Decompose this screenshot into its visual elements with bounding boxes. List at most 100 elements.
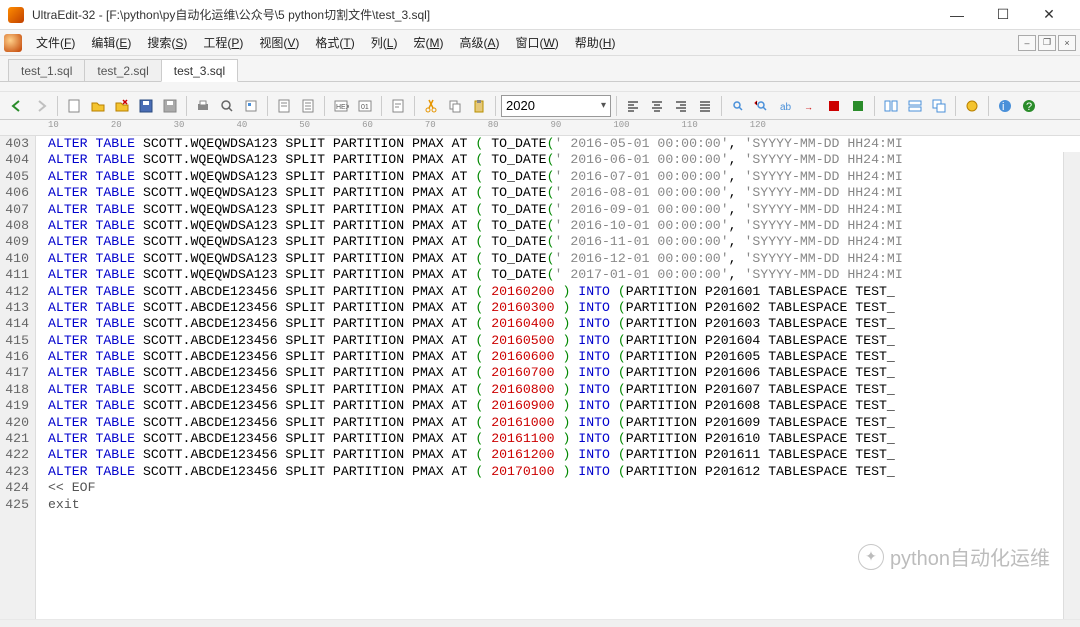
tile-v-button[interactable] bbox=[904, 95, 926, 117]
menu-item[interactable]: 宏(M) bbox=[405, 31, 451, 54]
save-as-button[interactable] bbox=[159, 95, 181, 117]
code-line[interactable]: ALTER TABLE SCOTT.ABCDE123456 SPLIT PART… bbox=[48, 316, 1080, 332]
window-controls: — ☐ ✕ bbox=[934, 0, 1072, 30]
code-line[interactable]: ALTER TABLE SCOTT.ABCDE123456 SPLIT PART… bbox=[48, 464, 1080, 480]
align-right-button[interactable] bbox=[670, 95, 692, 117]
code-line[interactable]: ALTER TABLE SCOTT.ABCDE123456 SPLIT PART… bbox=[48, 333, 1080, 349]
code-line[interactable]: ALTER TABLE SCOTT.WQEQWDSA123 SPLIT PART… bbox=[48, 251, 1080, 267]
vertical-scrollbar[interactable] bbox=[1063, 152, 1080, 619]
menu-item[interactable]: 格式(T) bbox=[307, 31, 362, 54]
code-line[interactable]: ALTER TABLE SCOTT.WQEQWDSA123 SPLIT PART… bbox=[48, 234, 1080, 250]
menu-item[interactable]: 高级(A) bbox=[451, 31, 507, 54]
back-button[interactable] bbox=[6, 95, 28, 117]
code-content[interactable]: ALTER TABLE SCOTT.WQEQWDSA123 SPLIT PART… bbox=[36, 136, 1080, 619]
close-button[interactable]: ✕ bbox=[1026, 0, 1072, 30]
align-justify-button[interactable] bbox=[694, 95, 716, 117]
cut-button[interactable] bbox=[420, 95, 442, 117]
forward-button[interactable] bbox=[30, 95, 52, 117]
find-input[interactable]: 2020 ▾ bbox=[501, 95, 611, 117]
code-line[interactable]: ALTER TABLE SCOTT.ABCDE123456 SPLIT PART… bbox=[48, 447, 1080, 463]
code-line[interactable]: ALTER TABLE SCOTT.ABCDE123456 SPLIT PART… bbox=[48, 349, 1080, 365]
code-line[interactable]: ALTER TABLE SCOTT.ABCDE123456 SPLIT PART… bbox=[48, 284, 1080, 300]
replace-button[interactable]: ab bbox=[775, 95, 797, 117]
menu-item[interactable]: 帮助(H) bbox=[567, 31, 624, 54]
code-line[interactable]: exit bbox=[48, 497, 1080, 513]
open-button[interactable] bbox=[87, 95, 109, 117]
svg-text:ab: ab bbox=[780, 102, 792, 113]
menu-item[interactable]: 列(L) bbox=[363, 31, 406, 54]
window-title: UltraEdit-32 - [F:\python\py自动化运维\公众号\5 … bbox=[32, 6, 934, 23]
app-icon-small bbox=[4, 34, 22, 52]
code-line[interactable]: ALTER TABLE SCOTT.WQEQWDSA123 SPLIT PART… bbox=[48, 267, 1080, 283]
code-line[interactable]: ALTER TABLE SCOTT.WQEQWDSA123 SPLIT PART… bbox=[48, 218, 1080, 234]
editor-area[interactable]: 4034044054064074084094104114124134144154… bbox=[0, 136, 1080, 619]
code-line[interactable]: ALTER TABLE SCOTT.ABCDE123456 SPLIT PART… bbox=[48, 300, 1080, 316]
menu-item[interactable]: 视图(V) bbox=[251, 31, 307, 54]
toggle-bookmark-button[interactable] bbox=[240, 95, 262, 117]
mdi-controls: – ❐ × bbox=[1018, 35, 1076, 51]
print-button[interactable] bbox=[192, 95, 214, 117]
code-line[interactable]: ALTER TABLE SCOTT.WQEQWDSA123 SPLIT PART… bbox=[48, 202, 1080, 218]
document-tab[interactable]: test_1.sql bbox=[8, 59, 85, 82]
close-file-button[interactable] bbox=[111, 95, 133, 117]
hex-button-2[interactable]: 01 bbox=[354, 95, 376, 117]
doc-button-2[interactable] bbox=[297, 95, 319, 117]
tile-h-button[interactable] bbox=[880, 95, 902, 117]
code-line[interactable]: ALTER TABLE SCOTT.ABCDE123456 SPLIT PART… bbox=[48, 365, 1080, 381]
svg-text:?: ? bbox=[1026, 101, 1032, 113]
svg-text:HEX: HEX bbox=[336, 104, 349, 111]
save-button[interactable] bbox=[135, 95, 157, 117]
help-button[interactable]: i bbox=[994, 95, 1016, 117]
hex-button-1[interactable]: HEX bbox=[330, 95, 352, 117]
line-number-gutter: 4034044054064074084094104114124134144154… bbox=[0, 136, 36, 619]
code-line[interactable]: ALTER TABLE SCOTT.WQEQWDSA123 SPLIT PART… bbox=[48, 185, 1080, 201]
menu-item[interactable]: 搜索(S) bbox=[139, 31, 195, 54]
svg-text:→: → bbox=[804, 102, 813, 112]
code-line[interactable]: ALTER TABLE SCOTT.WQEQWDSA123 SPLIT PART… bbox=[48, 169, 1080, 185]
copy-button[interactable] bbox=[444, 95, 466, 117]
menu-item[interactable]: 工程(P) bbox=[195, 31, 251, 54]
menu-item[interactable]: 文件(F) bbox=[28, 31, 83, 54]
svg-text:i: i bbox=[1002, 101, 1004, 113]
align-left-button[interactable] bbox=[622, 95, 644, 117]
mdi-restore[interactable]: ❐ bbox=[1038, 35, 1056, 51]
cascade-button[interactable] bbox=[928, 95, 950, 117]
menu-item[interactable]: 窗口(W) bbox=[507, 31, 566, 54]
toolbar-spacer bbox=[0, 82, 1080, 92]
paste-button[interactable] bbox=[468, 95, 490, 117]
code-line[interactable]: ALTER TABLE SCOTT.WQEQWDSA123 SPLIT PART… bbox=[48, 152, 1080, 168]
find-prev-button[interactable] bbox=[751, 95, 773, 117]
code-line[interactable]: ALTER TABLE SCOTT.ABCDE123456 SPLIT PART… bbox=[48, 382, 1080, 398]
maximize-button[interactable]: ☐ bbox=[980, 0, 1026, 30]
find-next-button[interactable] bbox=[727, 95, 749, 117]
print-preview-button[interactable] bbox=[216, 95, 238, 117]
column-ruler: 102030405060708090100110120 bbox=[0, 120, 1080, 136]
mdi-minimize[interactable]: – bbox=[1018, 35, 1036, 51]
minimize-button[interactable]: — bbox=[934, 0, 980, 30]
document-tab[interactable]: test_3.sql bbox=[161, 59, 238, 82]
app-icon bbox=[8, 7, 24, 23]
align-center-button[interactable] bbox=[646, 95, 668, 117]
code-line[interactable]: ALTER TABLE SCOTT.ABCDE123456 SPLIT PART… bbox=[48, 398, 1080, 414]
tool-button[interactable] bbox=[847, 95, 869, 117]
new-file-button[interactable] bbox=[63, 95, 85, 117]
menu-item[interactable]: 编辑(E) bbox=[83, 31, 139, 54]
code-line[interactable]: ALTER TABLE SCOTT.ABCDE123456 SPLIT PART… bbox=[48, 431, 1080, 447]
format-button[interactable] bbox=[823, 95, 845, 117]
wrap-button[interactable] bbox=[387, 95, 409, 117]
code-line[interactable]: ALTER TABLE SCOTT.ABCDE123456 SPLIT PART… bbox=[48, 415, 1080, 431]
title-bar: UltraEdit-32 - [F:\python\py自动化运维\公众号\5 … bbox=[0, 0, 1080, 30]
doc-button-1[interactable] bbox=[273, 95, 295, 117]
goto-button[interactable]: → bbox=[799, 95, 821, 117]
mdi-close[interactable]: × bbox=[1058, 35, 1076, 51]
config-button[interactable] bbox=[961, 95, 983, 117]
svg-text:01: 01 bbox=[361, 104, 369, 111]
toolbar: HEX 01 2020 ▾ ab → i ? bbox=[0, 92, 1080, 120]
code-line[interactable]: ALTER TABLE SCOTT.WQEQWDSA123 SPLIT PART… bbox=[48, 136, 1080, 152]
code-line[interactable]: << EOF bbox=[48, 480, 1080, 496]
about-button[interactable]: ? bbox=[1018, 95, 1040, 117]
document-tab[interactable]: test_2.sql bbox=[84, 59, 161, 82]
find-dropdown-icon[interactable]: ▾ bbox=[601, 100, 606, 111]
horizontal-scrollbar[interactable] bbox=[0, 619, 1080, 627]
menu-bar: 文件(F)编辑(E)搜索(S)工程(P)视图(V)格式(T)列(L)宏(M)高级… bbox=[0, 30, 1080, 56]
